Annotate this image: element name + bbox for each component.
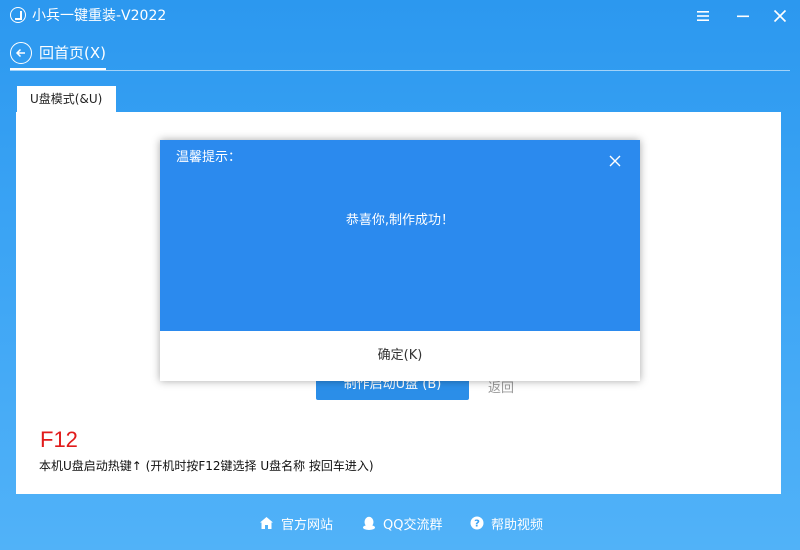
minimize-button[interactable] <box>731 4 755 28</box>
arrow-left-icon <box>10 42 32 64</box>
qq-group-label: QQ交流群 <box>383 517 443 533</box>
window-close-button[interactable] <box>768 4 792 28</box>
hotkey-label: F12 <box>40 427 78 452</box>
svg-text:?: ? <box>474 519 480 530</box>
dialog-title: 温馨提示： <box>176 150 242 165</box>
help-video-link[interactable]: ? 帮助视频 <box>470 513 543 533</box>
dialog-header: 温馨提示： 恭喜你,制作成功！ <box>160 140 640 331</box>
back-home-button[interactable]: 回首页(X) <box>10 39 112 70</box>
nav-divider <box>10 70 790 71</box>
official-site-label: 官方网站 <box>281 517 334 533</box>
app-window: 小兵一键重装-V2022 回首页(X) U盘模式(&U) 制作启动U盘 (B) … <box>0 0 800 550</box>
menu-icon <box>697 11 709 21</box>
qq-penguin-icon <box>363 516 375 530</box>
tab-usb-mode[interactable]: U盘模式(&U) <box>17 86 116 112</box>
back-home-label: 回首页(X) <box>39 44 106 62</box>
nav-bar: 回首页(X) <box>0 32 800 72</box>
minimize-icon <box>737 15 749 18</box>
official-site-link[interactable]: 官方网站 <box>259 513 333 533</box>
app-logo-icon <box>10 7 26 23</box>
help-video-label: 帮助视频 <box>491 517 544 533</box>
dialog-message: 恭喜你,制作成功！ <box>345 213 455 228</box>
hotkey-description: 本机U盘启动热键↑ (开机时按F12键选择 U盘名称 按回车进入) <box>39 459 374 473</box>
tab-label: U盘模式(&U) <box>30 92 103 106</box>
close-icon <box>773 9 787 23</box>
close-icon <box>609 155 621 167</box>
menu-button[interactable] <box>691 4 715 28</box>
help-icon: ? <box>470 516 484 530</box>
qq-group-link[interactable]: QQ交流群 <box>362 513 442 533</box>
home-icon <box>260 517 273 529</box>
title-bar: 小兵一键重装-V2022 <box>0 0 800 32</box>
window-title: 小兵一键重装-V2022 <box>32 8 167 24</box>
dialog-close-button[interactable] <box>606 152 624 170</box>
dialog-ok-button[interactable]: 确定(K) <box>160 331 640 381</box>
success-dialog: 温馨提示： 恭喜你,制作成功！ 确定(K) <box>160 140 640 381</box>
footer: 官方网站 QQ交流群 ? 帮助视频 <box>0 508 800 538</box>
return-link[interactable]: 返回 <box>488 380 514 398</box>
